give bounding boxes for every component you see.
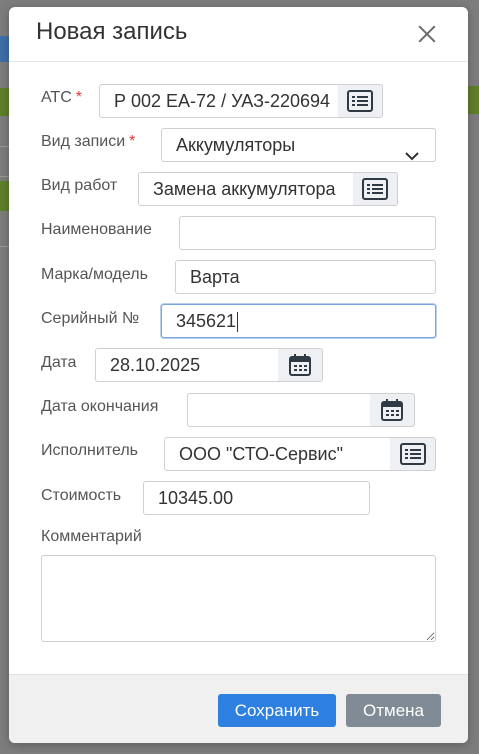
serial-value: 345621 — [176, 311, 237, 331]
list-icon — [399, 443, 426, 465]
required-mark: * — [75, 89, 82, 106]
dialog-footer: Сохранить Отмена — [9, 674, 468, 743]
cancel-button[interactable]: Отмена — [346, 694, 441, 727]
work-type-input[interactable]: Замена аккумулятора — [138, 172, 354, 206]
list-icon — [347, 90, 373, 112]
serial-label: Серийный № — [41, 310, 140, 327]
serial-input[interactable]: 345621 — [161, 304, 436, 338]
comment-label: Комментарий — [41, 528, 142, 545]
comment-textarea[interactable] — [41, 555, 436, 642]
dialog-title: Новая запись — [36, 18, 188, 45]
calendar-icon — [289, 354, 311, 376]
record-type-value: Аккумуляторы — [176, 135, 296, 155]
record-type-select[interactable]: Аккумуляторы — [161, 128, 436, 162]
end-date-label: Дата окончания — [41, 398, 159, 415]
executor-label: Исполнитель — [41, 442, 139, 459]
calendar-icon — [381, 399, 403, 421]
save-button[interactable]: Сохранить — [218, 694, 336, 727]
chevron-down-icon — [405, 139, 419, 161]
required-mark: * — [129, 133, 136, 150]
cost-input[interactable]: 10345.00 — [143, 481, 370, 515]
date-label: Дата — [41, 354, 77, 371]
name-input[interactable] — [179, 216, 436, 250]
brand-model-label: Марка/модель — [41, 266, 148, 283]
list-icon — [362, 178, 388, 200]
background-toolbar-right — [468, 86, 479, 114]
ats-label: АТС * — [41, 89, 82, 106]
record-type-label: Вид записи * — [41, 133, 136, 150]
end-date-picker-button[interactable] — [370, 393, 415, 427]
close-icon[interactable] — [416, 23, 438, 45]
dialog-header: Новая запись — [9, 7, 468, 62]
executor-select-button[interactable] — [390, 437, 436, 471]
brand-model-input[interactable]: Варта — [175, 260, 436, 294]
ats-input[interactable]: Р 002 ЕА-72 / УАЗ-220694 — [99, 84, 339, 118]
name-label: Наименование — [41, 221, 152, 238]
executor-input[interactable]: ООО "СТО-Сервис" — [164, 437, 391, 471]
work-type-label: Вид работ — [41, 177, 118, 194]
date-input[interactable]: 28.10.2025 — [95, 348, 279, 382]
cost-label: Стоимость — [41, 487, 122, 504]
ats-select-button[interactable] — [338, 84, 383, 118]
end-date-input[interactable] — [187, 393, 371, 427]
date-picker-button[interactable] — [278, 348, 323, 382]
new-record-dialog: Новая запись АТС * Р 002 ЕА-72 / УАЗ-2206… — [9, 7, 468, 743]
work-type-select-button[interactable] — [353, 172, 398, 206]
text-cursor — [237, 312, 239, 333]
